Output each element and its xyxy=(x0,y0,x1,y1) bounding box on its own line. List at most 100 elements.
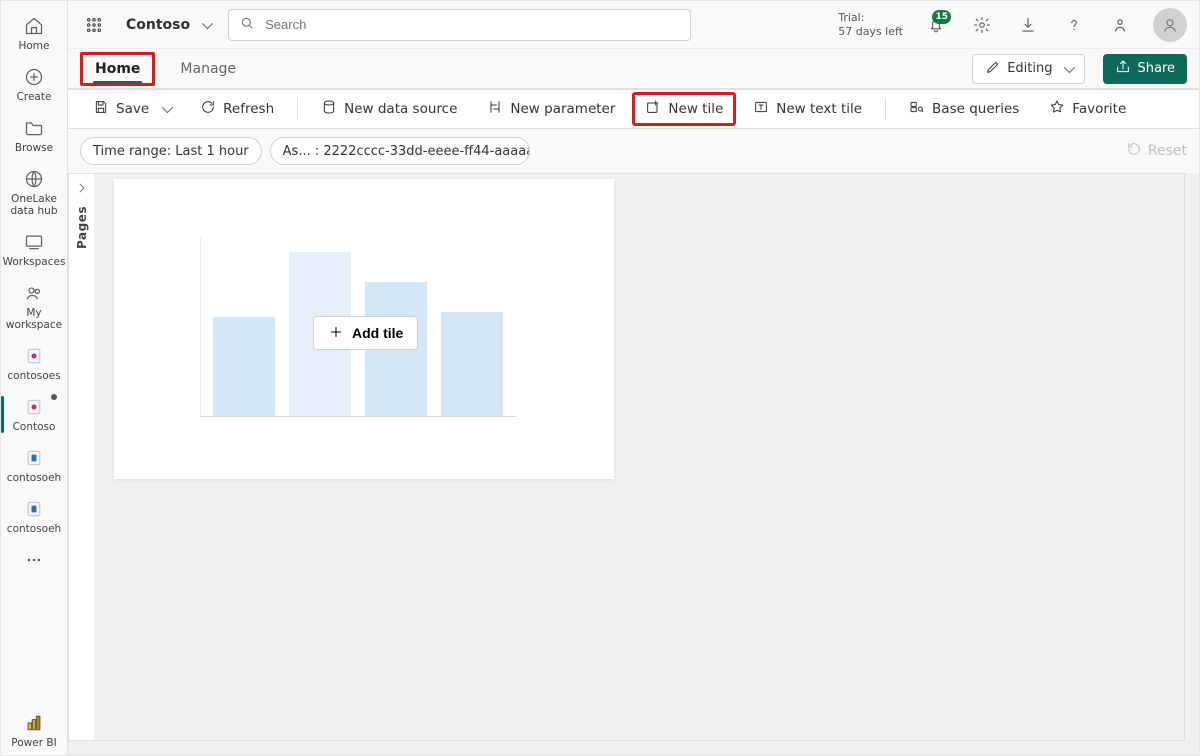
nav-label: contosoes xyxy=(7,370,60,382)
nav-workspaces[interactable]: Workspaces xyxy=(1,225,67,274)
onelake-icon xyxy=(23,168,45,190)
text-tile-icon xyxy=(753,99,769,119)
pencil-icon xyxy=(985,59,1001,79)
refresh-icon xyxy=(200,99,216,119)
share-label: Share xyxy=(1137,61,1175,76)
plus-icon xyxy=(328,324,344,343)
add-tile-button[interactable]: Add tile xyxy=(313,316,418,350)
workspaces-icon xyxy=(23,231,45,253)
search-box[interactable] xyxy=(228,9,691,41)
database-icon xyxy=(321,99,337,119)
cmd-base-queries[interactable]: Base queries xyxy=(896,92,1032,126)
cmd-new-parameter[interactable]: New parameter xyxy=(474,92,628,126)
cmd-new-tile[interactable]: New tile xyxy=(632,92,736,126)
nav-my-workspace[interactable]: My workspace xyxy=(1,276,67,337)
app-launcher[interactable] xyxy=(80,11,108,39)
cmd-save[interactable]: Save xyxy=(80,92,183,126)
more-ellipsis-icon xyxy=(23,549,45,571)
notification-count-badge: 15 xyxy=(932,10,951,24)
search-input[interactable] xyxy=(263,16,680,33)
org-switcher[interactable]: Contoso xyxy=(120,13,216,37)
trial-line1: Trial: xyxy=(838,11,903,25)
cmd-label: Refresh xyxy=(223,101,274,117)
cmd-favorite[interactable]: Favorite xyxy=(1036,92,1139,126)
reset-icon xyxy=(1126,141,1142,161)
separator xyxy=(885,98,886,120)
tab-strip: Home Manage Editing Share xyxy=(68,49,1199,89)
nav-onelake[interactable]: OneLake data hub xyxy=(1,162,67,223)
cmd-label: Base queries xyxy=(932,101,1019,117)
powerbi-icon xyxy=(23,712,45,734)
share-button[interactable]: Share xyxy=(1103,54,1187,84)
left-nav-rail: Home Create Browse OneLake data hub Work… xyxy=(1,1,68,755)
notifications-button[interactable]: 15 xyxy=(919,8,953,42)
pages-panel-collapsed[interactable]: Pages xyxy=(68,173,94,741)
nav-label: contosoeh xyxy=(7,523,61,535)
pages-label: Pages xyxy=(75,206,89,249)
dashboard-canvas[interactable]: Add tile xyxy=(94,173,1185,741)
cmd-refresh[interactable]: Refresh xyxy=(187,92,287,126)
nav-label: Create xyxy=(17,91,52,103)
people-icon xyxy=(23,282,45,304)
nav-label: Power BI xyxy=(11,737,56,749)
dashboard-tile-placeholder[interactable]: Add tile xyxy=(114,179,614,479)
chart-bar xyxy=(441,312,503,416)
editing-label: Editing xyxy=(1007,61,1052,76)
cmd-label: Save xyxy=(116,101,149,117)
nav-contoso[interactable]: Contoso xyxy=(1,390,67,439)
trial-line2: 57 days left xyxy=(838,25,903,39)
workspace-item-icon xyxy=(23,396,45,418)
share-icon xyxy=(1115,59,1131,79)
cmd-label: New tile xyxy=(668,101,723,117)
cmd-new-data-source[interactable]: New data source xyxy=(308,92,470,126)
download-button[interactable] xyxy=(1011,8,1045,42)
nav-label: Contoso xyxy=(13,421,56,433)
account-avatar[interactable] xyxy=(1153,8,1187,42)
editing-mode-button[interactable]: Editing xyxy=(972,54,1085,84)
cmd-label: New parameter xyxy=(510,101,615,117)
nav-label: My workspace xyxy=(1,307,67,331)
settings-button[interactable] xyxy=(965,8,999,42)
tab-label: Manage xyxy=(180,61,236,77)
queries-icon xyxy=(909,99,925,119)
chip-asset-id[interactable]: As... : 2222cccc-33dd-eeee-ff44-aaaaa... xyxy=(270,137,530,165)
cmd-label: Favorite xyxy=(1072,101,1126,117)
nav-label: contosoeh xyxy=(7,472,61,484)
tab-label: Home xyxy=(95,61,140,77)
parameter-icon xyxy=(487,99,503,119)
nav-powerbi[interactable]: Power BI xyxy=(1,706,67,755)
chip-label: Time range: Last 1 hour xyxy=(93,144,249,159)
plus-circle-icon xyxy=(23,66,45,88)
nav-label: Home xyxy=(18,40,49,52)
nav-create[interactable]: Create xyxy=(1,60,67,109)
org-name: Contoso xyxy=(126,17,190,33)
nav-browse[interactable]: Browse xyxy=(1,111,67,160)
main-column: Contoso Trial: 57 days left 15 xyxy=(68,1,1199,755)
command-bar: Save Refresh New data source New paramet… xyxy=(68,89,1199,129)
nav-more[interactable] xyxy=(1,543,67,577)
cmd-label: New text tile xyxy=(776,101,862,117)
nav-contosoes[interactable]: contosoes xyxy=(1,339,67,388)
feedback-button[interactable] xyxy=(1103,8,1137,42)
help-button[interactable] xyxy=(1057,8,1091,42)
cmd-new-text-tile[interactable]: New text tile xyxy=(740,92,875,126)
app-root: Home Create Browse OneLake data hub Work… xyxy=(0,0,1200,756)
global-header: Contoso Trial: 57 days left 15 xyxy=(68,1,1199,49)
tile-add-icon xyxy=(645,99,661,119)
chart-bar xyxy=(213,317,275,416)
chip-time-range[interactable]: Time range: Last 1 hour xyxy=(80,137,262,165)
workspace-item-icon xyxy=(23,345,45,367)
unsaved-dot-icon xyxy=(51,394,57,400)
nav-home[interactable]: Home xyxy=(1,9,67,58)
tab-home[interactable]: Home xyxy=(80,52,155,86)
tab-manage[interactable]: Manage xyxy=(165,52,251,86)
workspace-item-icon xyxy=(23,498,45,520)
chevron-right-icon xyxy=(74,180,90,200)
save-icon xyxy=(93,99,109,119)
star-icon xyxy=(1049,99,1065,119)
nav-contosoeh-2[interactable]: contosoeh xyxy=(1,492,67,541)
reset-button[interactable]: Reset xyxy=(1126,141,1187,161)
folder-icon xyxy=(23,117,45,139)
nav-contosoeh-1[interactable]: contosoeh xyxy=(1,441,67,490)
add-tile-label: Add tile xyxy=(352,325,403,341)
